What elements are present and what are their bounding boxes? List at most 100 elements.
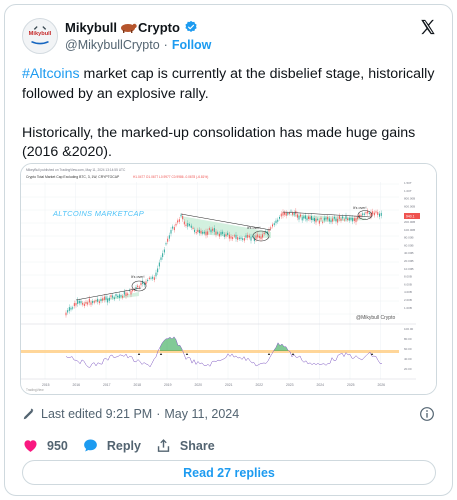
candle-body bbox=[162, 253, 164, 258]
candle-body bbox=[225, 234, 227, 237]
candle-body bbox=[103, 296, 105, 300]
candle-body bbox=[318, 220, 320, 224]
edited-prefix: Last edited bbox=[41, 407, 103, 421]
candle-body bbox=[163, 249, 165, 253]
candle-body bbox=[228, 234, 230, 239]
year-label: 2024 bbox=[317, 383, 325, 387]
candle-body bbox=[155, 272, 157, 277]
candle-body bbox=[93, 301, 95, 303]
avatar[interactable]: Mikybull bbox=[22, 18, 58, 54]
read-replies-label: Read 27 replies bbox=[183, 465, 275, 480]
candle-body bbox=[379, 213, 380, 217]
candle-body bbox=[68, 307, 70, 311]
follow-button[interactable]: Follow bbox=[172, 38, 212, 52]
candle-body bbox=[348, 217, 350, 221]
read-replies-button[interactable]: Read 27 replies bbox=[22, 460, 436, 485]
candle-body bbox=[290, 210, 292, 212]
candle-body bbox=[67, 310, 69, 313]
tweet-text: #Altcoins market cap is currently at the… bbox=[22, 65, 442, 163]
candle-body bbox=[303, 216, 305, 219]
candle-body bbox=[175, 223, 177, 226]
candle-body bbox=[177, 220, 179, 223]
candle-body bbox=[105, 296, 107, 300]
author-handle[interactable]: @MikybullCrypto bbox=[65, 38, 160, 52]
candle-body bbox=[115, 293, 117, 297]
candle-body bbox=[343, 219, 345, 221]
candle-body bbox=[183, 221, 185, 225]
info-icon[interactable] bbox=[419, 406, 435, 422]
candle-body bbox=[284, 212, 286, 215]
chart-header-line2: Crypto Total Market Cap Excluding BTC, 3… bbox=[26, 175, 120, 179]
chart-image[interactable]: MikeyBull published on TradingView.com, … bbox=[20, 163, 437, 395]
candle-body bbox=[282, 212, 284, 216]
candle-body bbox=[298, 216, 300, 220]
candle-body bbox=[102, 298, 104, 301]
candle-body bbox=[315, 218, 317, 223]
tweet-actions: 950 Reply Share bbox=[22, 437, 229, 454]
candle-body bbox=[328, 218, 330, 222]
chart-watermark: @Mikybull Crypto bbox=[356, 315, 395, 321]
candle-body bbox=[227, 232, 229, 235]
candle-body bbox=[170, 229, 172, 234]
candle-body bbox=[118, 294, 120, 298]
candle-body bbox=[240, 237, 242, 240]
candle-body bbox=[352, 217, 354, 222]
candle-body bbox=[90, 302, 92, 305]
candle-body bbox=[152, 276, 154, 279]
author-name-text: Mikybull bbox=[65, 19, 118, 35]
candle-body bbox=[279, 216, 280, 219]
edited-info[interactable]: Last edited 9:21 PM · May 11, 2024 bbox=[22, 407, 239, 421]
year-label: 2020 bbox=[195, 383, 203, 387]
like-button[interactable]: 950 bbox=[22, 437, 68, 454]
candle-body bbox=[260, 236, 262, 240]
candle-body bbox=[178, 219, 180, 222]
hashtag-link[interactable]: #Altcoins bbox=[22, 66, 80, 82]
candle-body bbox=[235, 234, 237, 239]
share-button[interactable]: Share bbox=[155, 437, 215, 454]
verified-badge-icon bbox=[184, 20, 198, 34]
candle-body bbox=[230, 236, 232, 239]
price-axis-label: 600.00B bbox=[404, 204, 415, 208]
candle-body bbox=[153, 277, 155, 280]
candle-body bbox=[222, 231, 224, 234]
candle-body bbox=[87, 302, 89, 305]
candle-body bbox=[213, 228, 215, 232]
chart-ohlc: H1.0477 O1.0677 L0.9977 C0.9986 -0.0678 … bbox=[133, 175, 208, 179]
reply-button[interactable]: Reply bbox=[82, 437, 141, 454]
price-axis-label: 100.00B bbox=[404, 228, 415, 232]
x-logo-icon[interactable] bbox=[419, 18, 437, 36]
osc-axis-label: 60.00 bbox=[404, 347, 412, 351]
price-axis-label: 4.00B bbox=[404, 290, 412, 294]
candle-body bbox=[127, 293, 129, 295]
candle-body bbox=[373, 212, 375, 216]
candle-body bbox=[368, 212, 370, 214]
candle-body bbox=[210, 229, 212, 233]
year-label: 2026 bbox=[378, 383, 386, 387]
candle-body bbox=[138, 286, 140, 288]
candle-body bbox=[250, 236, 252, 241]
price-axis-label: 1.00T bbox=[404, 189, 412, 193]
candle-body bbox=[301, 217, 303, 221]
author-name[interactable]: Mikybull Crypto bbox=[65, 18, 198, 36]
candle-body bbox=[363, 213, 365, 215]
candle-body bbox=[132, 289, 134, 292]
candle-body bbox=[112, 295, 114, 298]
candle-body bbox=[340, 218, 342, 221]
candle-body bbox=[173, 227, 175, 231]
candle-body bbox=[238, 237, 240, 240]
candle-body bbox=[220, 232, 222, 235]
candle-body bbox=[142, 280, 144, 285]
candle-body bbox=[150, 277, 152, 279]
candle-body bbox=[190, 225, 192, 228]
candle-body bbox=[160, 257, 162, 260]
candle-body bbox=[258, 235, 260, 238]
tradingview-logo: TradingView bbox=[26, 388, 44, 392]
candle-body bbox=[372, 211, 374, 215]
candle-body bbox=[168, 235, 170, 239]
candle-body bbox=[75, 303, 77, 306]
share-upload-icon bbox=[157, 439, 170, 452]
tweet-line1: market cap is currently at the disbelief… bbox=[22, 66, 435, 102]
candle-body bbox=[360, 214, 362, 217]
candle-body bbox=[180, 214, 182, 217]
edited-time: 9:21 PM bbox=[105, 407, 153, 421]
